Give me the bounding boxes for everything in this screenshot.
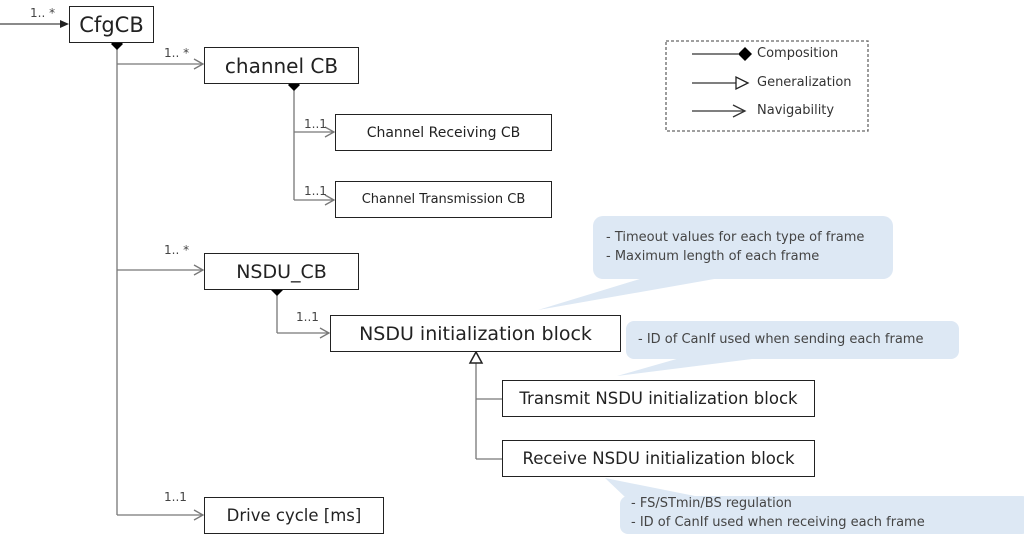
callout-line: - Timeout values for each type of frame	[606, 230, 865, 245]
callout-transmit: - ID of CanIf used when sending each fra…	[638, 330, 923, 349]
legend-generalization-triangle-icon	[735, 75, 750, 91]
block-drive-cycle: Drive cycle [ms]	[204, 497, 384, 534]
callout-line: - FS/STmin/BS regulation	[631, 496, 792, 511]
multiplicity-drive-cycle: 1..1	[164, 490, 187, 504]
block-transmit-nsdu-init: Transmit NSDU initialization block	[502, 380, 815, 417]
callout-line: - Maximum length of each frame	[606, 249, 820, 264]
block-receive-nsdu-init: Receive NSDU initialization block	[502, 440, 815, 477]
callout-tail-transmit	[617, 358, 760, 376]
legend-navigability: Navigability	[757, 103, 835, 118]
callout-line: - ID of CanIf used when sending each fra…	[638, 332, 924, 347]
multiplicity-cfgcb: 1.. *	[30, 6, 56, 20]
callout-line: - ID of CanIf used when receiving each f…	[631, 515, 925, 530]
generalization-triangle-icon	[468, 350, 484, 364]
multiplicity-nsdu-cb: 1.. *	[164, 243, 190, 257]
block-nsdu-cb: NSDU_CB	[204, 253, 359, 290]
multiplicity-nsdu-init: 1..1	[296, 310, 319, 324]
block-channel-receiving-cb: Channel Receiving CB	[335, 114, 552, 151]
multiplicity-channel-transmission: 1..1	[304, 184, 327, 198]
callout-tail-nsdu-init	[538, 278, 720, 310]
block-channel-transmission-cb: Channel Transmission CB	[335, 181, 552, 218]
legend-composition: Composition	[757, 46, 839, 61]
block-channel-cb: channel CB	[204, 47, 359, 84]
legend-composition-diamond-icon	[738, 47, 752, 61]
block-nsdu-init: NSDU initialization block	[330, 315, 621, 352]
multiplicity-channel-receiving: 1..1	[304, 117, 327, 131]
legend-generalization: Generalization	[757, 75, 852, 90]
filled-arrow-icon	[60, 20, 69, 28]
block-cfgcb: CfgCB	[69, 6, 154, 43]
callout-receive: - FS/STmin/BS regulation - ID of CanIf u…	[631, 494, 925, 532]
multiplicity-channel-cb: 1.. *	[164, 46, 190, 60]
callout-nsdu-init: - Timeout values for each type of frame …	[606, 228, 864, 266]
